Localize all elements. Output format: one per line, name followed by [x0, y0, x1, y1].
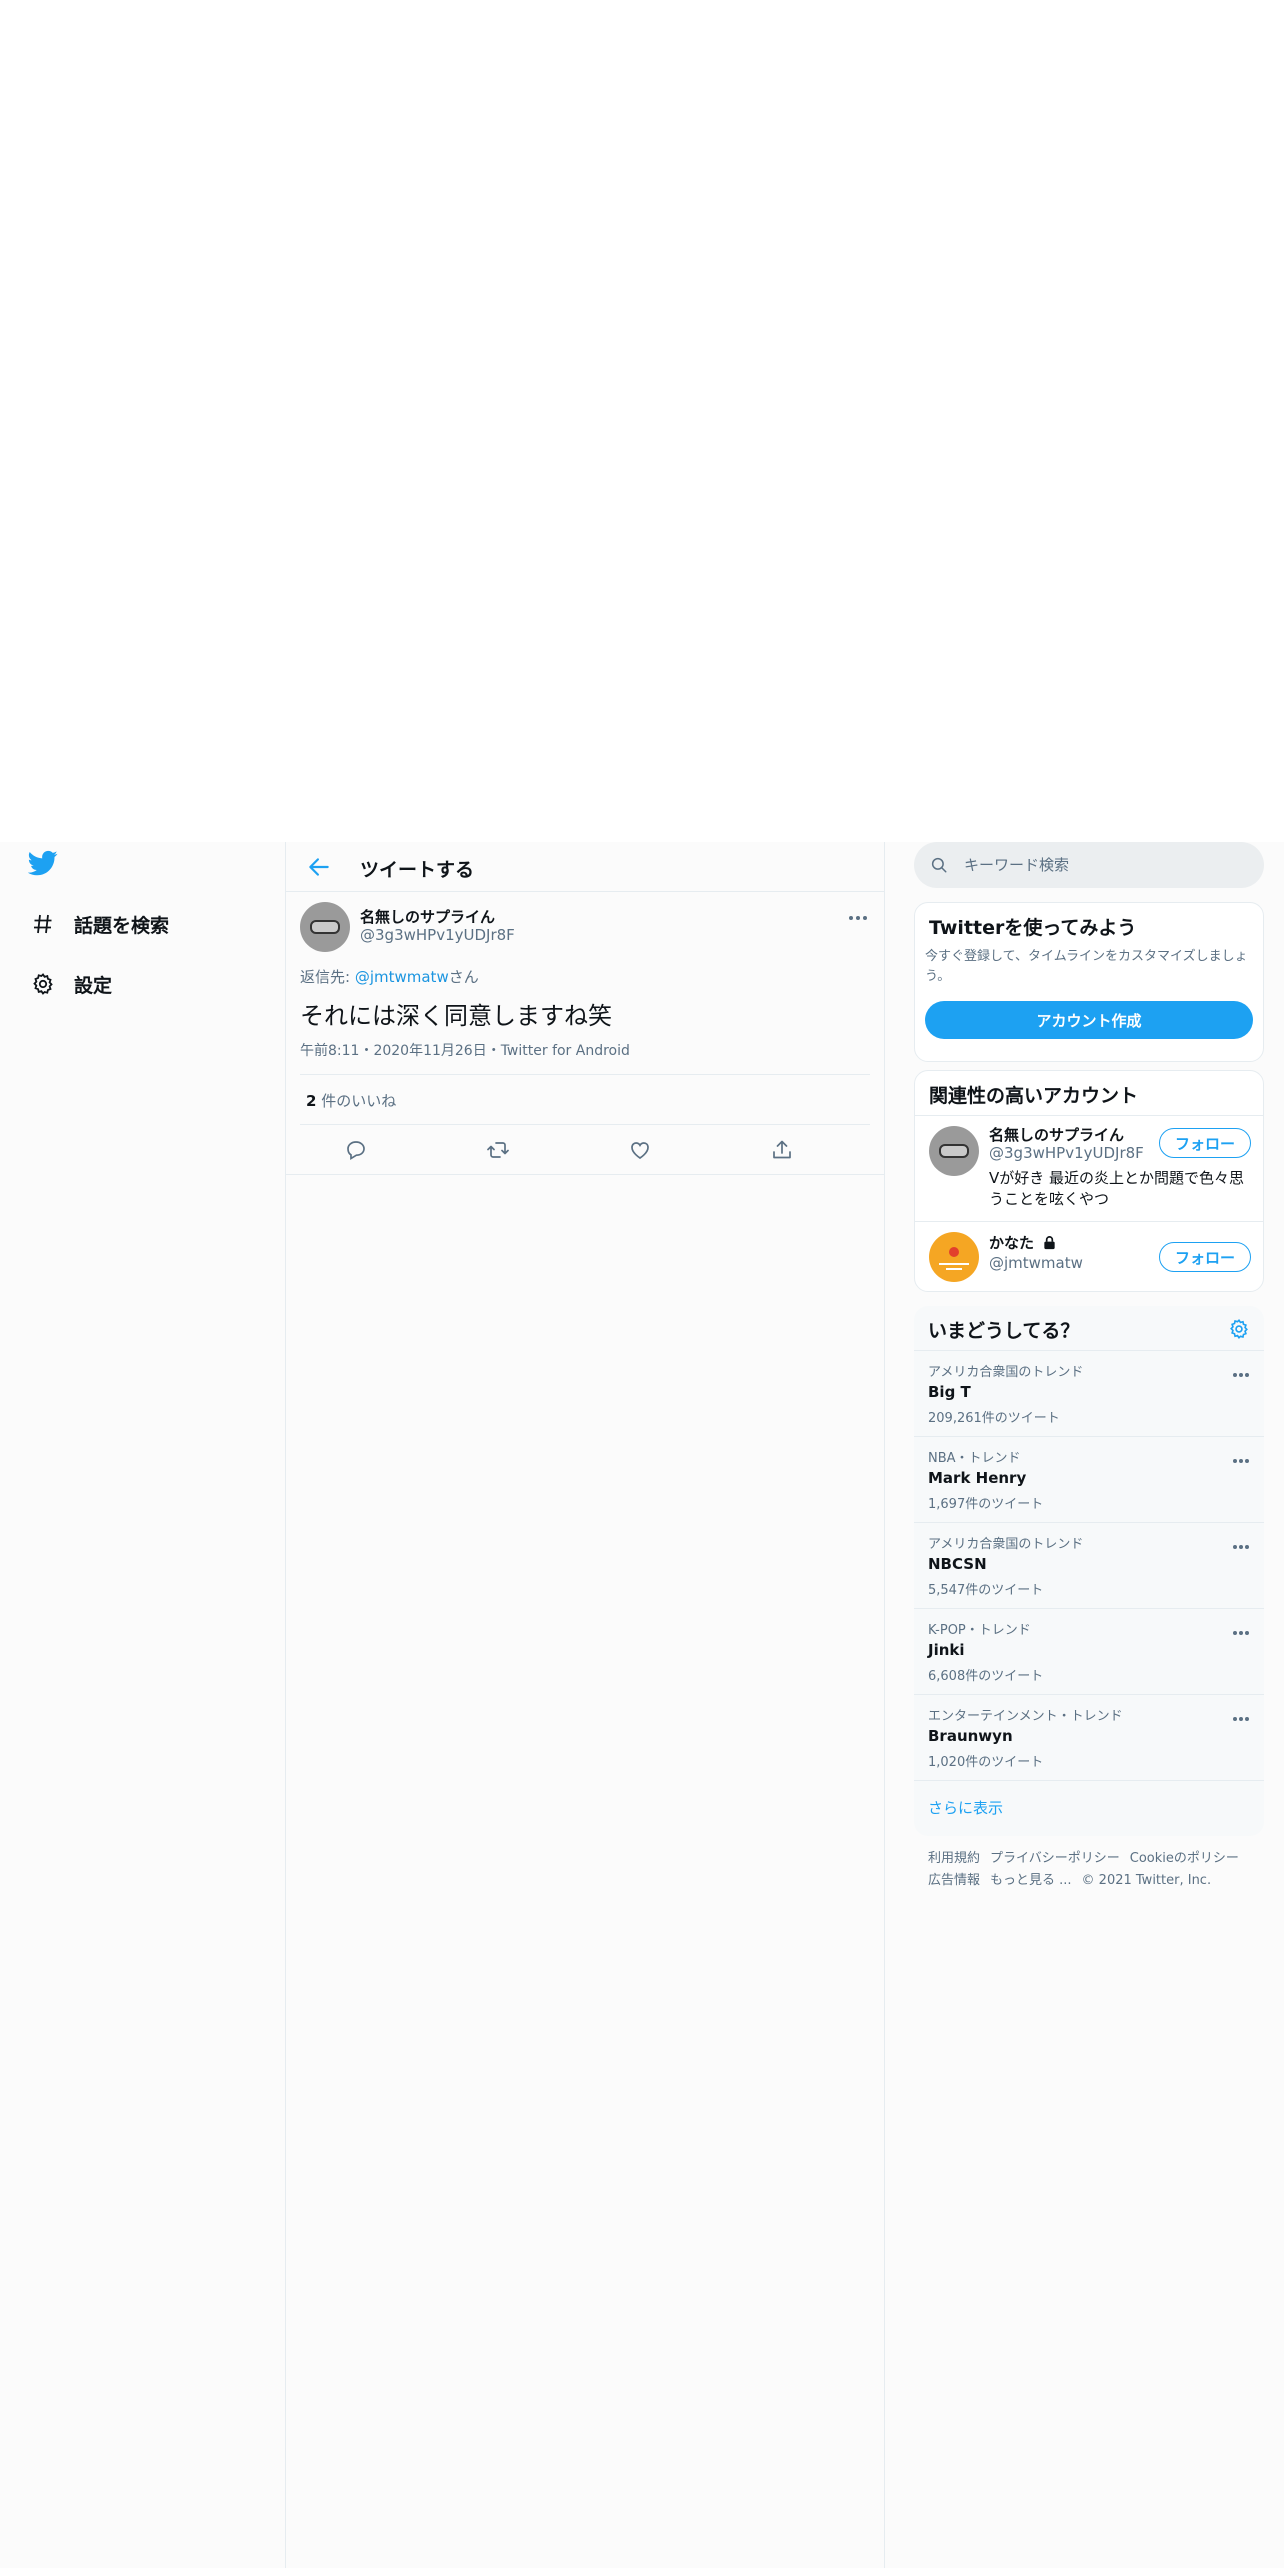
nav-item-explore[interactable]: 話題を検索 — [28, 904, 169, 944]
trend-name: Braunwyn — [928, 1727, 1013, 1745]
trend-item[interactable]: K-POP・トレンド Jinki 6,608件のツイート — [914, 1608, 1264, 1694]
more-options-icon[interactable] — [1232, 1535, 1250, 1549]
page-header: ツイートする — [286, 842, 884, 892]
more-options-icon[interactable] — [848, 906, 868, 920]
retweet-icon[interactable] — [486, 1138, 512, 1164]
trend-count: 6,608件のツイート — [928, 1669, 1044, 1684]
trend-item[interactable]: エンターテインメント・トレンド Braunwyn 1,020件のツイート — [914, 1694, 1264, 1780]
account-bio: Vが好き 最近の炎上とか問題で色々思うことを呟くやつ — [989, 1169, 1245, 1208]
author-handle[interactable]: @3g3wHPv1yUDJr8F — [360, 926, 515, 944]
create-account-button[interactable]: アカウント作成 — [925, 1001, 1253, 1039]
avatar[interactable] — [929, 1232, 979, 1282]
reply-suffix: さん — [448, 968, 479, 986]
gear-icon — [28, 969, 58, 999]
account-row[interactable]: かなた @jmtwmatw フォロー — [915, 1221, 1263, 1291]
trend-meta: K-POP・トレンド — [928, 1623, 1031, 1638]
trend-meta: エンターテインメント・トレンド — [928, 1709, 1123, 1724]
show-more-link[interactable]: さらに表示 — [928, 1797, 1003, 1818]
avatar-image — [939, 1144, 969, 1158]
footer-link-terms[interactable]: 利用規約 — [928, 1851, 980, 1866]
trend-count: 1,020件のツイート — [928, 1755, 1044, 1770]
follow-button[interactable]: フォロー — [1159, 1242, 1251, 1272]
signup-card: Twitterを使ってみよう 今すぐ登録して、タイムラインをカスタマイズしましょ… — [914, 902, 1264, 1062]
page-title: ツイートする — [360, 859, 475, 881]
nav-item-settings[interactable]: 設定 — [28, 964, 112, 1004]
footer-link-ads[interactable]: 広告情報 — [928, 1873, 980, 1888]
tweet-text: それには深く同意しますね笑 — [300, 1002, 612, 1030]
more-options-icon[interactable] — [1232, 1707, 1250, 1721]
reply-to-line: 返信先: @jmtwmatwさん — [300, 966, 479, 987]
account-name-text: かなた — [989, 1234, 1035, 1252]
reply-icon[interactable] — [344, 1138, 370, 1164]
avatar-image — [310, 920, 340, 934]
trend-count: 1,697件のツイート — [928, 1497, 1044, 1512]
account-name[interactable]: かなた — [989, 1232, 1057, 1253]
like-icon[interactable] — [628, 1138, 654, 1164]
trend-name: Mark Henry — [928, 1469, 1027, 1487]
trends-title: いまどうしてる？ — [928, 1320, 1080, 1342]
footer: 利用規約 プライバシーポリシー Cookieのポリシー 広告情報 もっと見る ... ©… — [928, 1848, 1258, 1892]
trend-name: NBCSN — [928, 1555, 987, 1573]
divider — [300, 1124, 870, 1125]
reply-to-link[interactable]: @jmtwmatw — [355, 968, 449, 986]
tweet-actions — [286, 1132, 884, 1172]
likes-count[interactable]: 2 件のいいね — [306, 1090, 396, 1111]
trend-item[interactable]: NBA・トレンド Mark Henry 1,697件のツイート — [914, 1436, 1264, 1522]
show-more-row[interactable]: さらに表示 — [914, 1780, 1264, 1836]
account-handle[interactable]: @3g3wHPv1yUDJr8F — [989, 1144, 1144, 1162]
column-divider-right — [884, 842, 885, 2568]
tweet-detail: 名無しのサプライん @3g3wHPv1yUDJr8F 返信先: @jmtwmat… — [286, 892, 884, 1175]
signup-description: 今すぐ登録して、タイムラインをカスタマイズしましょう。 — [925, 949, 1248, 984]
search-input[interactable] — [964, 856, 1244, 874]
trend-name: Big T — [928, 1383, 971, 1401]
trend-meta: NBA・トレンド — [928, 1451, 1021, 1466]
more-options-icon[interactable] — [1232, 1449, 1250, 1463]
nav-item-label: 話題を検索 — [74, 914, 170, 937]
divider — [300, 1074, 870, 1075]
related-accounts-card: 関連性の高いアカウント 名無しのサプライん @3g3wHPv1yUDJr8F フ… — [914, 1070, 1264, 1292]
avatar[interactable] — [929, 1126, 979, 1176]
back-arrow-icon[interactable] — [306, 854, 332, 880]
follow-button[interactable]: フォロー — [1159, 1128, 1251, 1158]
more-options-icon[interactable] — [1232, 1621, 1250, 1635]
likes-label: 件のいいね — [316, 1092, 397, 1110]
lock-icon — [1044, 1236, 1055, 1250]
search-box[interactable] — [914, 842, 1264, 888]
trend-name: Jinki — [928, 1641, 965, 1659]
trend-meta: アメリカ合衆国のトレンド — [928, 1537, 1084, 1552]
account-handle[interactable]: @jmtwmatw — [989, 1254, 1083, 1272]
hashtag-icon — [28, 909, 58, 939]
reply-prefix: 返信先: — [300, 968, 355, 986]
page: 話題を検索 設定 ツイートする 名無しのサプライん @3g3wHPv1yUDJr… — [0, 0, 1284, 2568]
footer-link-privacy[interactable]: プライバシーポリシー — [990, 1851, 1120, 1866]
account-name[interactable]: 名無しのサプライん — [989, 1124, 1124, 1145]
footer-link-cookies[interactable]: Cookieのポリシー — [1130, 1851, 1239, 1866]
footer-copyright: © 2021 Twitter, Inc. — [1081, 1873, 1212, 1888]
avatar[interactable] — [300, 902, 350, 952]
related-title: 関連性の高いアカウント — [929, 1085, 1139, 1107]
trend-item[interactable]: アメリカ合衆国のトレンド Big T 209,261件のツイート — [914, 1350, 1264, 1436]
avatar-image — [939, 1247, 969, 1270]
trend-count: 209,261件のツイート — [928, 1411, 1060, 1426]
search-icon — [930, 856, 948, 874]
share-icon[interactable] — [770, 1138, 796, 1164]
trends-card: いまどうしてる？ アメリカ合衆国のトレンド Big T 209,261件のツイー… — [914, 1306, 1264, 1836]
author-name[interactable]: 名無しのサプライん — [360, 906, 495, 927]
gear-icon[interactable] — [1228, 1318, 1250, 1340]
likes-number: 2 — [306, 1092, 317, 1110]
more-options-icon[interactable] — [1232, 1363, 1250, 1377]
trend-item[interactable]: アメリカ合衆国のトレンド NBCSN 5,547件のツイート — [914, 1522, 1264, 1608]
nav-item-label: 設定 — [74, 974, 113, 997]
twitter-logo-icon[interactable] — [27, 848, 62, 882]
trend-meta: アメリカ合衆国のトレンド — [928, 1365, 1084, 1380]
signup-title: Twitterを使ってみよう — [929, 917, 1137, 939]
footer-link-more[interactable]: もっと見る ... — [990, 1873, 1072, 1888]
trend-count: 5,547件のツイート — [928, 1583, 1044, 1598]
account-row[interactable]: 名無しのサプライん @3g3wHPv1yUDJr8F フォロー Vが好き 最近の… — [915, 1115, 1263, 1221]
tweet-timestamp[interactable]: 午前8:11・2020年11月26日・Twitter for Android — [300, 1040, 630, 1060]
